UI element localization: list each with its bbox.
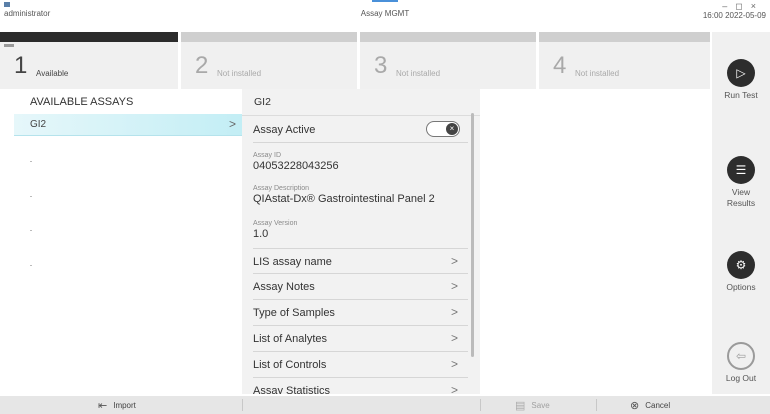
datetime: 16:00 2022-05-09 xyxy=(702,11,766,20)
module-tab-1[interactable]: 1 Available xyxy=(0,32,178,89)
module-status-bar xyxy=(181,32,357,42)
empty-slot-marker xyxy=(30,161,32,162)
assay-active-label: Assay Active xyxy=(253,124,316,136)
row-label: Assay Notes xyxy=(253,281,315,293)
import-icon: ⇤ xyxy=(98,400,108,412)
list-icon: ☰ xyxy=(727,156,755,184)
module-tab-4[interactable]: 4 Not installed xyxy=(539,32,710,89)
empty-slot-marker xyxy=(30,230,32,231)
assay-version-value: 1.0 xyxy=(253,228,269,240)
divider xyxy=(480,399,481,411)
empty-slot-marker xyxy=(30,265,32,266)
save-icon: ▤ xyxy=(515,400,526,412)
row-label: Assay Statistics xyxy=(253,385,331,394)
divider xyxy=(596,399,597,411)
module-status: Not installed xyxy=(217,69,262,78)
list-of-controls-row[interactable]: List of Controls > xyxy=(253,352,468,378)
assay-name: GI2 xyxy=(30,119,47,130)
cancel-label: Cancel xyxy=(645,401,671,410)
module-number: 3 xyxy=(374,52,388,79)
available-assays-panel: AVAILABLE ASSAYS GI2 > xyxy=(0,89,242,394)
list-of-analytes-row[interactable]: List of Analytes > xyxy=(253,326,468,352)
chevron-right-icon: > xyxy=(450,357,458,371)
empty-slot-marker xyxy=(30,196,32,197)
chevron-right-icon: > xyxy=(450,383,458,394)
import-button[interactable]: ⇤ Import xyxy=(98,399,136,412)
view-results-button[interactable]: ☰ View Results xyxy=(712,156,770,209)
module-status-bar xyxy=(539,32,710,42)
module-status: Available xyxy=(36,69,69,78)
maximize-icon[interactable]: ◻ xyxy=(735,1,750,11)
options-label: Options xyxy=(726,282,756,292)
type-of-samples-row[interactable]: Type of Samples > xyxy=(253,300,468,326)
module-status-bar xyxy=(0,32,178,42)
cancel-button[interactable]: ⊗ Cancel xyxy=(630,399,670,412)
chevron-right-icon: > xyxy=(450,305,458,319)
assay-description-caption: Assay Description xyxy=(253,185,310,192)
logout-icon: ⇦ xyxy=(727,342,755,370)
module-number: 4 xyxy=(553,52,567,79)
assay-active-toggle[interactable]: × xyxy=(426,121,460,137)
assay-id-value: 04053228043256 xyxy=(253,160,339,172)
view-results-label: View Results xyxy=(726,187,756,208)
assay-version-block: Assay Version 1.0 xyxy=(253,220,297,240)
play-icon: ▷ xyxy=(727,59,755,87)
chevron-right-icon: > xyxy=(450,254,458,268)
cancel-icon: ⊗ xyxy=(630,400,640,412)
close-icon[interactable]: × xyxy=(751,1,764,11)
assay-id-caption: Assay ID xyxy=(253,152,282,159)
right-sidebar: ▷ Run Test ☰ View Results ⚙ Options ⇦ Lo… xyxy=(712,32,770,394)
assay-detail-panel: GI2 Assay Active × Assay ID 040532280432… xyxy=(242,89,480,394)
run-test-label: Run Test xyxy=(724,90,758,100)
assay-description-value: QIAstat-Dx® Gastrointestinal Panel 2 xyxy=(253,193,435,205)
assay-version-caption: Assay Version xyxy=(253,220,298,227)
module-tabs: 1 Available 2 Not installed 3 Not instal… xyxy=(0,32,710,89)
bottom-action-bar: ⇤ Import ▤ Save ⊗ Cancel xyxy=(0,396,770,414)
module-tab-3[interactable]: 3 Not installed xyxy=(360,32,536,89)
module-status: Not installed xyxy=(575,69,620,78)
title-bar: administrator Assay MGMT –◻× 16:00 2022-… xyxy=(0,0,770,28)
module-number: 2 xyxy=(195,52,209,79)
available-assays-title: AVAILABLE ASSAYS xyxy=(30,96,134,108)
gear-icon: ⚙ xyxy=(727,251,755,279)
module-status: Not installed xyxy=(396,69,441,78)
log-out-label: Log Out xyxy=(725,373,757,383)
chevron-right-icon: > xyxy=(228,117,236,131)
module-number: 1 xyxy=(14,52,28,79)
assay-list-item[interactable]: GI2 > xyxy=(14,114,242,136)
assay-active-row: Assay Active × xyxy=(253,117,468,143)
divider xyxy=(242,399,243,411)
module-tab-2[interactable]: 2 Not installed xyxy=(181,32,357,89)
assay-id-block: Assay ID 04053228043256 xyxy=(253,152,339,172)
run-test-button[interactable]: ▷ Run Test xyxy=(712,59,770,101)
row-label: Type of Samples xyxy=(253,307,335,319)
window-title: Assay MGMT xyxy=(360,9,410,18)
title-accent xyxy=(372,0,398,2)
empty-content-area xyxy=(480,89,712,394)
module-chip-icon xyxy=(4,44,14,47)
options-button[interactable]: ⚙ Options xyxy=(712,251,770,293)
divider xyxy=(242,115,480,116)
row-label: LIS assay name xyxy=(253,256,332,268)
lis-assay-name-row[interactable]: LIS assay name > xyxy=(253,248,468,274)
row-label: List of Controls xyxy=(253,359,327,371)
assay-notes-row[interactable]: Assay Notes > xyxy=(253,274,468,300)
app-icon xyxy=(4,2,10,7)
chevron-right-icon: > xyxy=(450,279,458,293)
minimize-icon[interactable]: – xyxy=(722,1,735,11)
assay-statistics-row[interactable]: Assay Statistics > xyxy=(253,378,468,394)
detail-scrollbar[interactable] xyxy=(471,113,474,357)
assay-description-block: Assay Description QIAstat-Dx® Gastrointe… xyxy=(253,185,435,205)
x-icon: × xyxy=(446,123,458,135)
chevron-right-icon: > xyxy=(450,331,458,345)
detail-title: GI2 xyxy=(254,96,271,108)
row-label: List of Analytes xyxy=(253,333,327,345)
import-label: Import xyxy=(113,401,136,410)
log-out-button[interactable]: ⇦ Log Out xyxy=(712,342,770,384)
save-label: Save xyxy=(531,401,550,410)
module-status-bar xyxy=(360,32,536,42)
save-button[interactable]: ▤ Save xyxy=(515,399,550,412)
